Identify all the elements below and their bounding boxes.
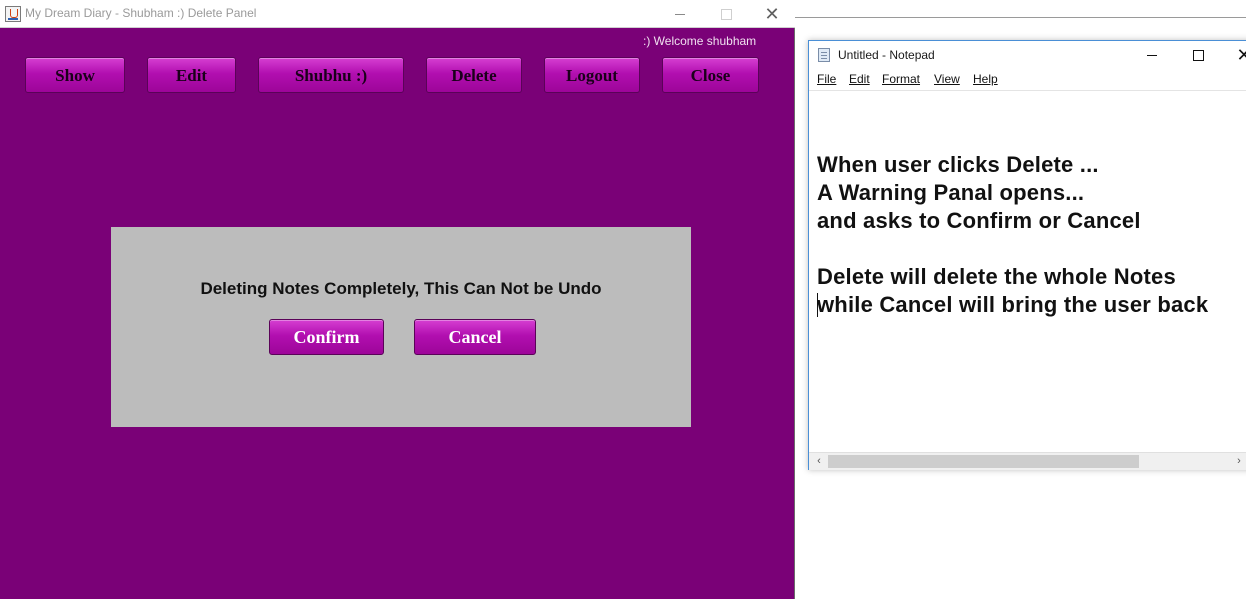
java-coffee-icon <box>5 6 21 22</box>
menu-file[interactable]: File <box>817 72 836 86</box>
text-line: A Warning Panal opens... <box>817 180 1085 205</box>
background-window-edge <box>795 17 1246 18</box>
close-window-button[interactable]: ✕ <box>749 0 795 28</box>
menu-format[interactable]: Format <box>882 72 920 86</box>
menu-format-label: Format <box>882 72 921 86</box>
notepad-minimize-button[interactable] <box>1129 41 1175 69</box>
text-line: Delete will delete the whole Notes <box>817 264 1176 289</box>
scroll-right-arrow-icon[interactable]: › <box>1233 453 1245 470</box>
notepad-menubar: File Edit Format View Help <box>809 70 1246 91</box>
app-window-title: My Dream Diary - Shubham :) Delete Panel <box>25 6 257 20</box>
menu-edit-label: Edit <box>849 72 870 86</box>
maximize-button[interactable] <box>703 0 749 28</box>
notepad-icon <box>818 48 830 62</box>
minimize-button[interactable] <box>657 0 703 28</box>
text-line: When user clicks Delete ... <box>817 152 1099 177</box>
menu-help[interactable]: Help <box>973 72 998 86</box>
notepad-title: Untitled - Notepad <box>838 48 935 62</box>
notepad-window: Untitled - Notepad ✕ File Edit Format Vi… <box>808 40 1246 470</box>
scroll-left-arrow-icon[interactable]: ‹ <box>813 453 825 470</box>
close-button[interactable]: Close <box>662 57 759 93</box>
delete-button[interactable]: Delete <box>426 57 522 93</box>
menu-edit[interactable]: Edit <box>849 72 870 86</box>
app-titlebar[interactable]: My Dream Diary - Shubham :) Delete Panel… <box>0 0 795 28</box>
menu-help-label: Help <box>973 72 998 86</box>
text-line: while Cancel will bring the user back <box>817 292 1209 317</box>
text-line: and asks to Confirm or Cancel <box>817 208 1141 233</box>
edit-button[interactable]: Edit <box>147 57 236 93</box>
notepad-text-area[interactable]: When user clicks Delete ... A Warning Pa… <box>809 91 1246 453</box>
menu-view[interactable]: View <box>934 72 960 86</box>
scrollbar-thumb[interactable] <box>828 455 1139 468</box>
shubhu-button[interactable]: Shubhu :) <box>258 57 404 93</box>
confirm-button[interactable]: Confirm <box>269 319 384 355</box>
text-caret <box>817 293 818 317</box>
warning-message: Deleting Notes Completely, This Can Not … <box>200 279 602 298</box>
logout-button[interactable]: Logout <box>544 57 640 93</box>
show-button[interactable]: Show <box>25 57 125 93</box>
cancel-button[interactable]: Cancel <box>414 319 536 355</box>
notepad-close-button[interactable]: ✕ <box>1221 41 1246 69</box>
delete-warning-panel: Deleting Notes Completely, This Can Not … <box>111 227 691 427</box>
diary-app-window: My Dream Diary - Shubham :) Delete Panel… <box>0 0 795 599</box>
notepad-titlebar[interactable]: Untitled - Notepad ✕ <box>809 41 1246 69</box>
menu-file-label: File <box>817 72 837 86</box>
welcome-label: :) Welcome shubham <box>643 34 757 48</box>
horizontal-scrollbar[interactable]: ‹ › <box>809 452 1246 470</box>
notepad-maximize-button[interactable] <box>1175 41 1221 69</box>
menu-view-label: View <box>934 72 960 86</box>
